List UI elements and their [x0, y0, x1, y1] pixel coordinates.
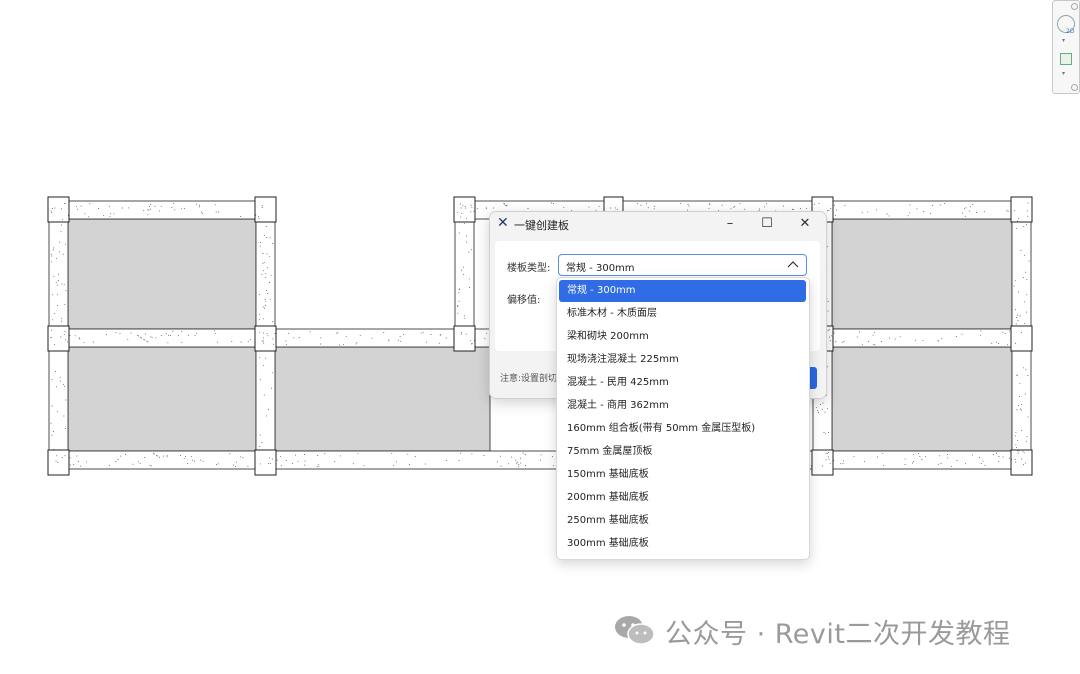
- dropdown-option[interactable]: 梁和砌块 200mm: [559, 326, 806, 348]
- dropdown-option[interactable]: 150mm 基础底板: [559, 464, 806, 486]
- close-nav-icon[interactable]: [1071, 3, 1078, 10]
- dropdown-option[interactable]: 200mm 基础底板: [559, 487, 806, 509]
- app-logo-icon: ✕: [497, 215, 509, 231]
- nav-options-icon[interactable]: [1071, 84, 1078, 91]
- watermark: 公众号 · Revit二次开发教程: [614, 612, 1054, 652]
- wechat-icon: [615, 616, 655, 645]
- slab-region: [67, 346, 257, 452]
- floor-type-dropdown-list: 常规 - 300mm 标准木材 - 木质面层 梁和砌块 200mm 现场浇注混凝…: [556, 277, 810, 560]
- slab-region: [831, 346, 1013, 452]
- zoom-region-icon[interactable]: [1060, 53, 1072, 65]
- view-navigation-bar: 2D ▾ ▾: [1052, 0, 1080, 94]
- dropdown-option[interactable]: 现场浇注混凝土 225mm: [559, 349, 806, 371]
- dialog-titlebar[interactable]: ✕ 一键创建板 – ☐ ✕: [490, 212, 826, 238]
- slab-region: [67, 218, 257, 330]
- dropdown-option[interactable]: 75mm 金属屋顶板: [559, 441, 806, 463]
- floor-type-combobox[interactable]: 常规 - 300mm: [558, 254, 807, 276]
- offset-label: 偏移值:: [507, 295, 541, 306]
- view-2d-label: 2D: [1066, 28, 1075, 35]
- footer-note: 注意:设置剖切: [500, 374, 558, 384]
- slab-region: [274, 346, 491, 452]
- dropdown-option[interactable]: 常规 - 300mm: [559, 280, 806, 302]
- dropdown-option[interactable]: 混凝土 - 商用 362mm: [559, 395, 806, 417]
- slab-region: [831, 218, 1013, 330]
- dropdown-option[interactable]: 标准木材 - 木质面层: [559, 303, 806, 325]
- chevron-down-icon[interactable]: ▾: [1062, 70, 1065, 77]
- close-button[interactable]: ✕: [792, 215, 818, 233]
- chevron-down-icon[interactable]: ▾: [1062, 37, 1065, 44]
- dropdown-option[interactable]: 160mm 组合板(带有 50mm 金属压型板): [559, 418, 806, 440]
- floor-type-label: 楼板类型:: [507, 263, 551, 274]
- watermark-text: 公众号 · Revit二次开发教程: [665, 619, 1011, 650]
- floor-type-selected-value: 常规 - 300mm: [566, 263, 635, 274]
- dropdown-option[interactable]: 250mm 基础底板: [559, 510, 806, 532]
- minimize-button[interactable]: –: [717, 215, 743, 233]
- dropdown-option[interactable]: 300mm 基础底板: [559, 533, 806, 555]
- dialog-title: 一键创建板: [514, 219, 569, 232]
- dropdown-option[interactable]: 混凝土 - 民用 425mm: [559, 372, 806, 394]
- maximize-button[interactable]: ☐: [754, 215, 780, 233]
- chevron-up-icon[interactable]: [786, 258, 800, 272]
